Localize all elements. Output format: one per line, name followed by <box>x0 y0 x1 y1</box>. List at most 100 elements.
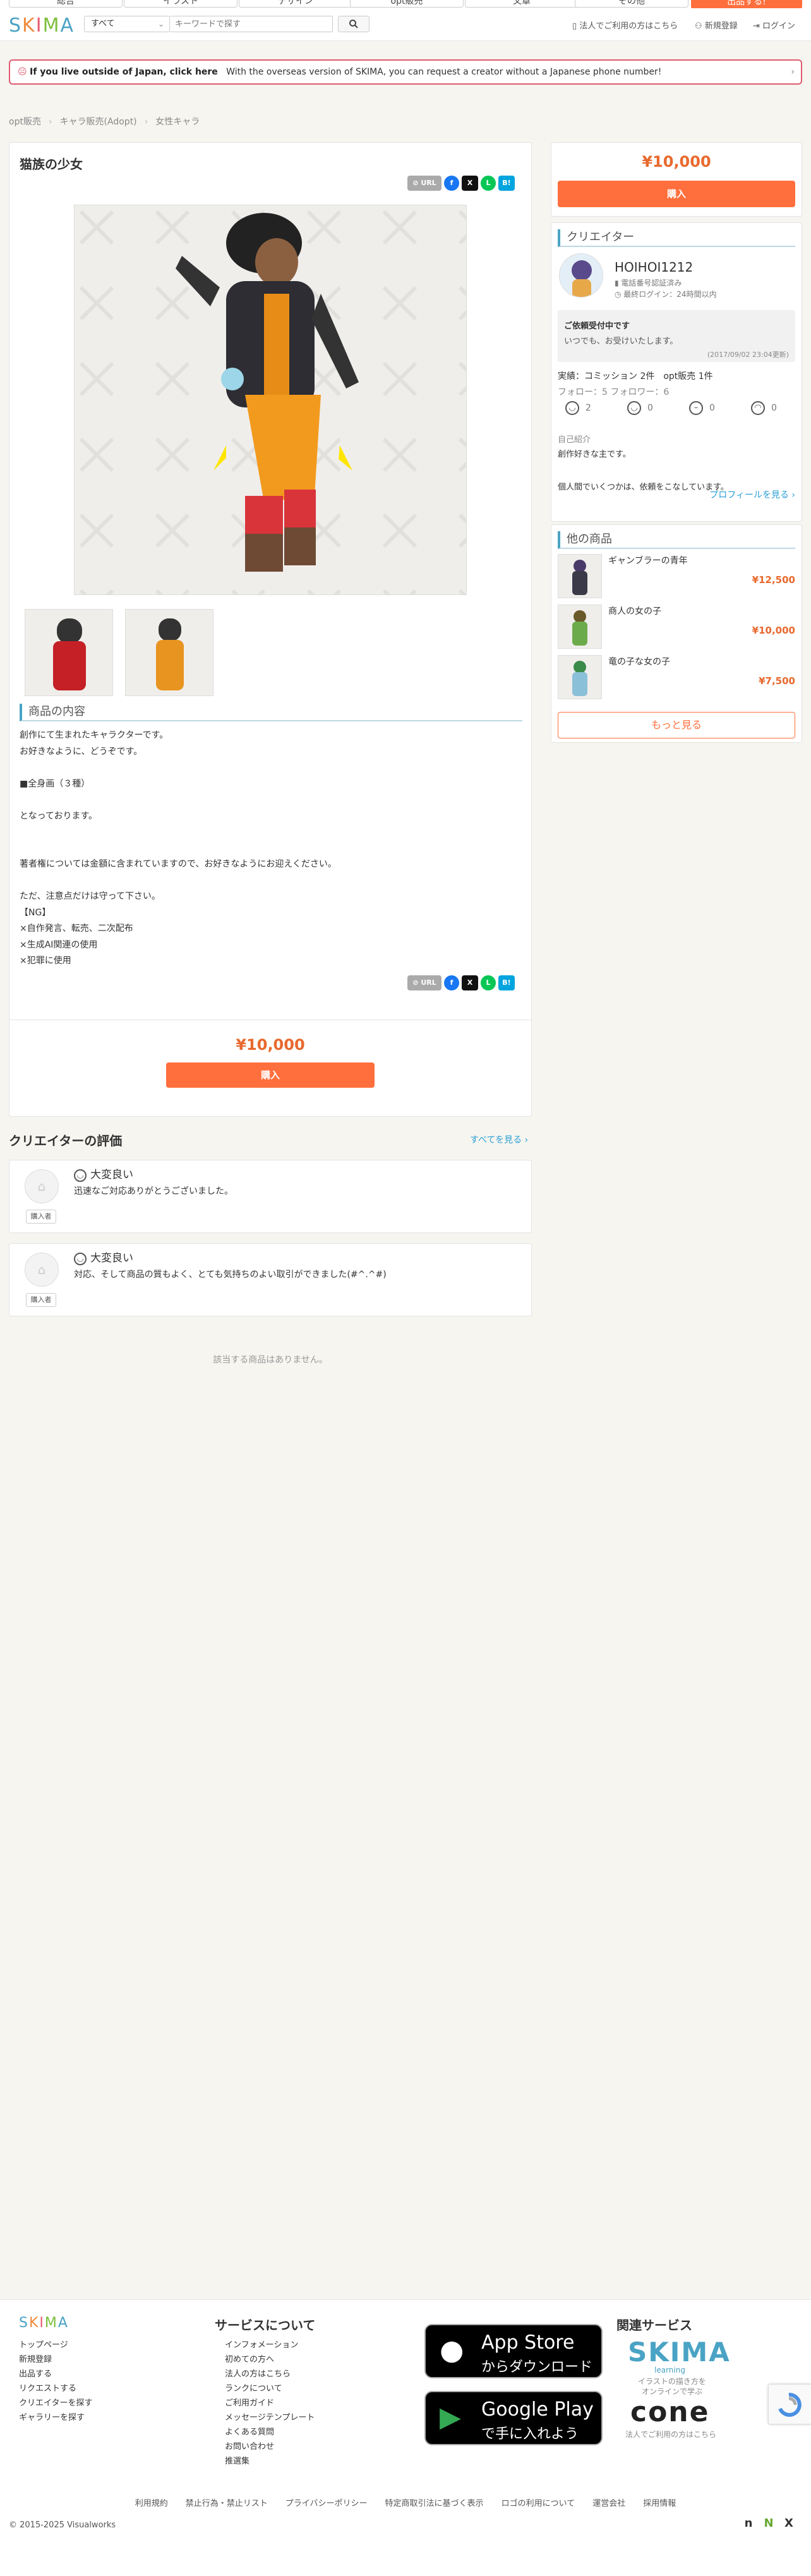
google-play-icon: ▶ <box>440 2401 461 2433</box>
breadcrumb-separator-icon: › <box>48 117 52 127</box>
intro-text: 創作好きな主です。 個人間でいくつかは、依頼をこなしています。 <box>558 450 729 492</box>
character-illustration <box>75 205 466 594</box>
google-play-line2: で手に入れよう <box>481 2426 579 2442</box>
footer-link[interactable]: ご利用ガイド <box>225 2396 315 2410</box>
url-copy-button[interactable]: ⊘ URL <box>407 975 442 990</box>
category-tab[interactable]: デザイン <box>239 0 352 8</box>
reviews-heading: クリエイターの評価 <box>9 1133 123 1148</box>
google-play-line1: Google Play <box>481 2398 594 2421</box>
breadcrumb-item[interactable]: 女性キャラ <box>155 117 200 127</box>
skima-logo[interactable]: SKIMA <box>9 15 75 37</box>
legal-link[interactable]: ロゴの利用について <box>502 2499 575 2508</box>
product-thumbnail[interactable] <box>125 609 213 696</box>
footer-logo[interactable]: SKIMA <box>19 2315 69 2331</box>
price-box: ¥10,000 購入 <box>551 142 802 217</box>
legal-link[interactable]: プライバシーポリシー <box>285 2499 368 2508</box>
other-product-thumbnail <box>558 554 602 598</box>
other-product-item[interactable]: 竜の子な女の子 ¥7,500 <box>558 655 795 699</box>
legal-link[interactable]: 採用情報 <box>643 2499 676 2508</box>
category-select-value: すべて <box>91 19 115 28</box>
footer-link[interactable]: お問い合わせ <box>225 2440 315 2454</box>
footer-link[interactable]: インフォメーション <box>225 2338 315 2352</box>
other-product-item[interactable]: 商人の女の子 ¥10,000 <box>558 605 795 649</box>
facebook-share-icon[interactable]: f <box>444 975 459 990</box>
x-share-icon[interactable]: X <box>462 176 478 191</box>
more-button[interactable]: もっと見る <box>558 712 795 738</box>
niconico-icon[interactable]: N <box>762 2517 776 2531</box>
creator-avatar[interactable] <box>559 253 603 298</box>
overseas-notice[interactable]: ☹ If you live outside of Japan, click he… <box>9 59 802 85</box>
other-product-name: ギャンブラーの青年 <box>608 556 688 566</box>
sad-face-icon: ☹ <box>18 67 30 77</box>
signup-link[interactable]: ⚇ 新規登録 <box>695 19 738 31</box>
hatena-share-icon[interactable]: B! <box>498 975 515 990</box>
creator-name[interactable]: HOIHOI1212 <box>615 260 693 275</box>
footer-link[interactable]: ランクについて <box>225 2381 315 2396</box>
footer-link[interactable]: ギャラリーを探す <box>19 2410 92 2425</box>
skima-learning-logo[interactable]: SKIMA <box>628 2337 731 2368</box>
building-icon: ▯ <box>572 21 580 31</box>
facebook-share-icon[interactable]: f <box>444 176 459 191</box>
sell-button[interactable]: 出品する! <box>691 0 802 8</box>
search-button[interactable] <box>338 16 369 32</box>
login-link-label: ログイン <box>762 21 796 31</box>
breadcrumb-item[interactable]: opt販売 <box>9 117 41 127</box>
corporate-link[interactable]: ▯ 法人でご利用の方はこちら <box>572 19 678 31</box>
url-copy-button[interactable]: ⊘ URL <box>407 176 442 191</box>
product-thumbnail[interactable] <box>25 609 113 696</box>
creator-follow: フォロー：5 フォロワー：6 <box>558 387 670 397</box>
footer-link[interactable]: 初めての方へ <box>225 2352 315 2367</box>
url-copy-label: URL <box>421 978 436 987</box>
footer-link[interactable]: 推選集 <box>225 2454 315 2469</box>
x-icon[interactable]: X <box>782 2517 796 2531</box>
product-main-image[interactable] <box>74 205 467 595</box>
buy-button[interactable]: 購入 <box>166 1062 375 1088</box>
footer-link[interactable]: 法人の方はこちら <box>225 2367 315 2381</box>
login-link[interactable]: ⇥ ログイン <box>753 19 795 31</box>
legal-link[interactable]: 特定商取引法に基づく表示 <box>385 2499 484 2508</box>
breadcrumb-item[interactable]: キャラ販売(Adopt) <box>60 117 137 127</box>
last-login: ◷ 最終ログイン：24時間以内 <box>615 289 717 299</box>
category-tab[interactable]: opt販売 <box>350 0 464 8</box>
footer-link[interactable]: トップページ <box>19 2338 92 2352</box>
thumbnail-image <box>53 618 86 690</box>
last-login-label: 最終ログイン：24時間以内 <box>623 290 717 299</box>
line-share-icon[interactable]: L <box>481 176 496 191</box>
footer-link[interactable]: 新規登録 <box>19 2352 92 2367</box>
note-icon[interactable]: n <box>742 2517 755 2531</box>
category-tab[interactable]: 文章 <box>465 0 579 8</box>
category-tab[interactable]: イラスト <box>124 0 237 8</box>
category-tab[interactable]: 総合 <box>9 0 123 8</box>
profile-link[interactable]: プロフィールを見る › <box>709 488 795 501</box>
category-tab[interactable]: その他 <box>575 0 688 8</box>
reviews-view-all-link[interactable]: すべてを見る › <box>470 1133 528 1146</box>
buy-button[interactable]: 購入 <box>558 181 795 207</box>
hatena-share-icon[interactable]: B! <box>498 176 515 191</box>
google-play-badge[interactable]: ▶ Google Play で手に入れよう <box>424 2391 603 2445</box>
phone-verified: ▮ 電話番号認証済み <box>615 277 682 288</box>
recaptcha-badge[interactable] <box>768 2384 811 2424</box>
legal-link[interactable]: 利用規約 <box>135 2499 168 2508</box>
footer-link[interactable]: クリエイターを探す <box>19 2396 92 2410</box>
app-store-badge[interactable]: ● App Store からダウンロード <box>424 2324 603 2378</box>
bad-face-icon: ◠ <box>751 401 765 415</box>
product-price: ¥10,000 <box>236 1036 305 1054</box>
footer-link[interactable]: 出品する <box>19 2367 92 2381</box>
product-title: 猫族の少女 <box>20 157 83 172</box>
review-level-label: 大変良い <box>90 1252 133 1265</box>
cone-logo[interactable]: cone <box>630 2396 709 2428</box>
x-share-icon[interactable]: X <box>462 975 478 990</box>
footer-link[interactable]: メッセージテンプレート <box>225 2410 315 2425</box>
footer-links-service: インフォメーション 初めての方へ 法人の方はこちら ランクについて ご利用ガイド… <box>225 2338 315 2469</box>
legal-link[interactable]: 禁止行為・禁止リスト <box>186 2499 268 2508</box>
category-select[interactable]: すべて ⌄ <box>84 16 170 32</box>
search-input[interactable] <box>170 16 333 32</box>
legal-link[interactable]: 運営会社 <box>592 2499 625 2508</box>
footer-link[interactable]: リクエストする <box>19 2381 92 2396</box>
line-share-icon[interactable]: L <box>481 975 496 990</box>
rating-count: 2 <box>586 403 591 413</box>
footer-link[interactable]: よくある質問 <box>225 2425 315 2440</box>
skima-learning-sub: learning <box>654 2366 685 2374</box>
other-product-item[interactable]: ギャンブラーの青年 ¥12,500 <box>558 554 795 598</box>
clock-icon: ◷ <box>615 290 624 299</box>
